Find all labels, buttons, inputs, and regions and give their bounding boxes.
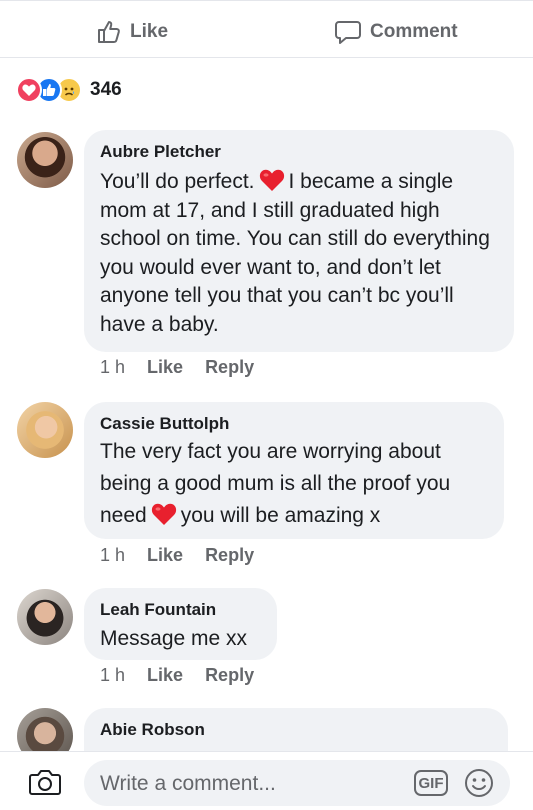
- comment-bubble[interactable]: Cassie Buttolph The very fact you are wo…: [84, 402, 504, 539]
- thumbs-up-icon: [98, 21, 120, 43]
- comment-bubble[interactable]: Aubre Pletcher You’ll do perfect. I becam…: [84, 130, 514, 352]
- avatar[interactable]: [17, 402, 73, 458]
- red-heart-emoji-icon: [259, 169, 284, 191]
- comment-text: Message me xx: [100, 627, 248, 650]
- avatar[interactable]: [17, 708, 73, 751]
- comment-reply-link[interactable]: Reply: [205, 545, 254, 566]
- camera-icon[interactable]: [28, 768, 62, 796]
- comment-author-name[interactable]: Aubre Pletcher: [100, 142, 498, 162]
- comment-composer: Write a comment... GIF: [0, 751, 533, 810]
- comment-bubble[interactable]: Leah Fountain Message me xx: [84, 588, 277, 660]
- comment-text-part: You’ll do perfect.: [100, 170, 255, 193]
- comment-text: The very fact you are worrying about bei…: [100, 436, 488, 532]
- reaction-count: 346: [90, 79, 122, 100]
- comment-button-label: Comment: [370, 21, 458, 42]
- comment-meta: 1 h Like Reply: [100, 545, 254, 566]
- comment-bubble[interactable]: Abie Robson: [84, 708, 508, 751]
- comment-input[interactable]: Write a comment... GIF: [84, 760, 510, 806]
- comment-text: You’ll do perfect. I became a single mom …: [100, 168, 498, 339]
- love-reaction-icon: [16, 77, 42, 103]
- comment-icon: [335, 21, 361, 44]
- gif-button[interactable]: GIF: [414, 770, 448, 796]
- comment-timestamp[interactable]: 1 h: [100, 665, 125, 686]
- post-action-bar: Like Comment: [0, 6, 533, 58]
- top-divider: [0, 0, 533, 4]
- avatar[interactable]: [17, 132, 73, 188]
- like-button-label: Like: [130, 21, 169, 42]
- red-heart-emoji-icon: [151, 503, 176, 525]
- comment-like-link[interactable]: Like: [147, 357, 183, 378]
- comment-input-placeholder: Write a comment...: [100, 772, 276, 795]
- emoji-icon[interactable]: [464, 768, 494, 798]
- like-button[interactable]: Like: [96, 16, 168, 48]
- comment-timestamp[interactable]: 1 h: [100, 357, 125, 378]
- comment-author-name[interactable]: Leah Fountain: [100, 600, 261, 620]
- comment-like-link[interactable]: Like: [147, 545, 183, 566]
- comment-author-name[interactable]: Cassie Buttolph: [100, 414, 488, 434]
- comment-reply-link[interactable]: Reply: [205, 357, 254, 378]
- comment-reply-link[interactable]: Reply: [205, 665, 254, 686]
- comment-meta: 1 h Like Reply: [100, 357, 254, 378]
- comment-text-part: you will be amazing x: [180, 504, 381, 527]
- comment-text-part: I became a single mom at 17, and I still…: [100, 170, 490, 336]
- comment-like-link[interactable]: Like: [147, 665, 183, 686]
- comment-button[interactable]: Comment: [334, 16, 533, 48]
- comment-author-name[interactable]: Abie Robson: [100, 720, 492, 740]
- reaction-summary[interactable]: 346: [16, 76, 122, 104]
- comment-timestamp[interactable]: 1 h: [100, 545, 125, 566]
- comment-meta: 1 h Like Reply: [100, 665, 254, 686]
- comment-item: Abie Robson: [0, 706, 533, 751]
- avatar[interactable]: [17, 589, 73, 645]
